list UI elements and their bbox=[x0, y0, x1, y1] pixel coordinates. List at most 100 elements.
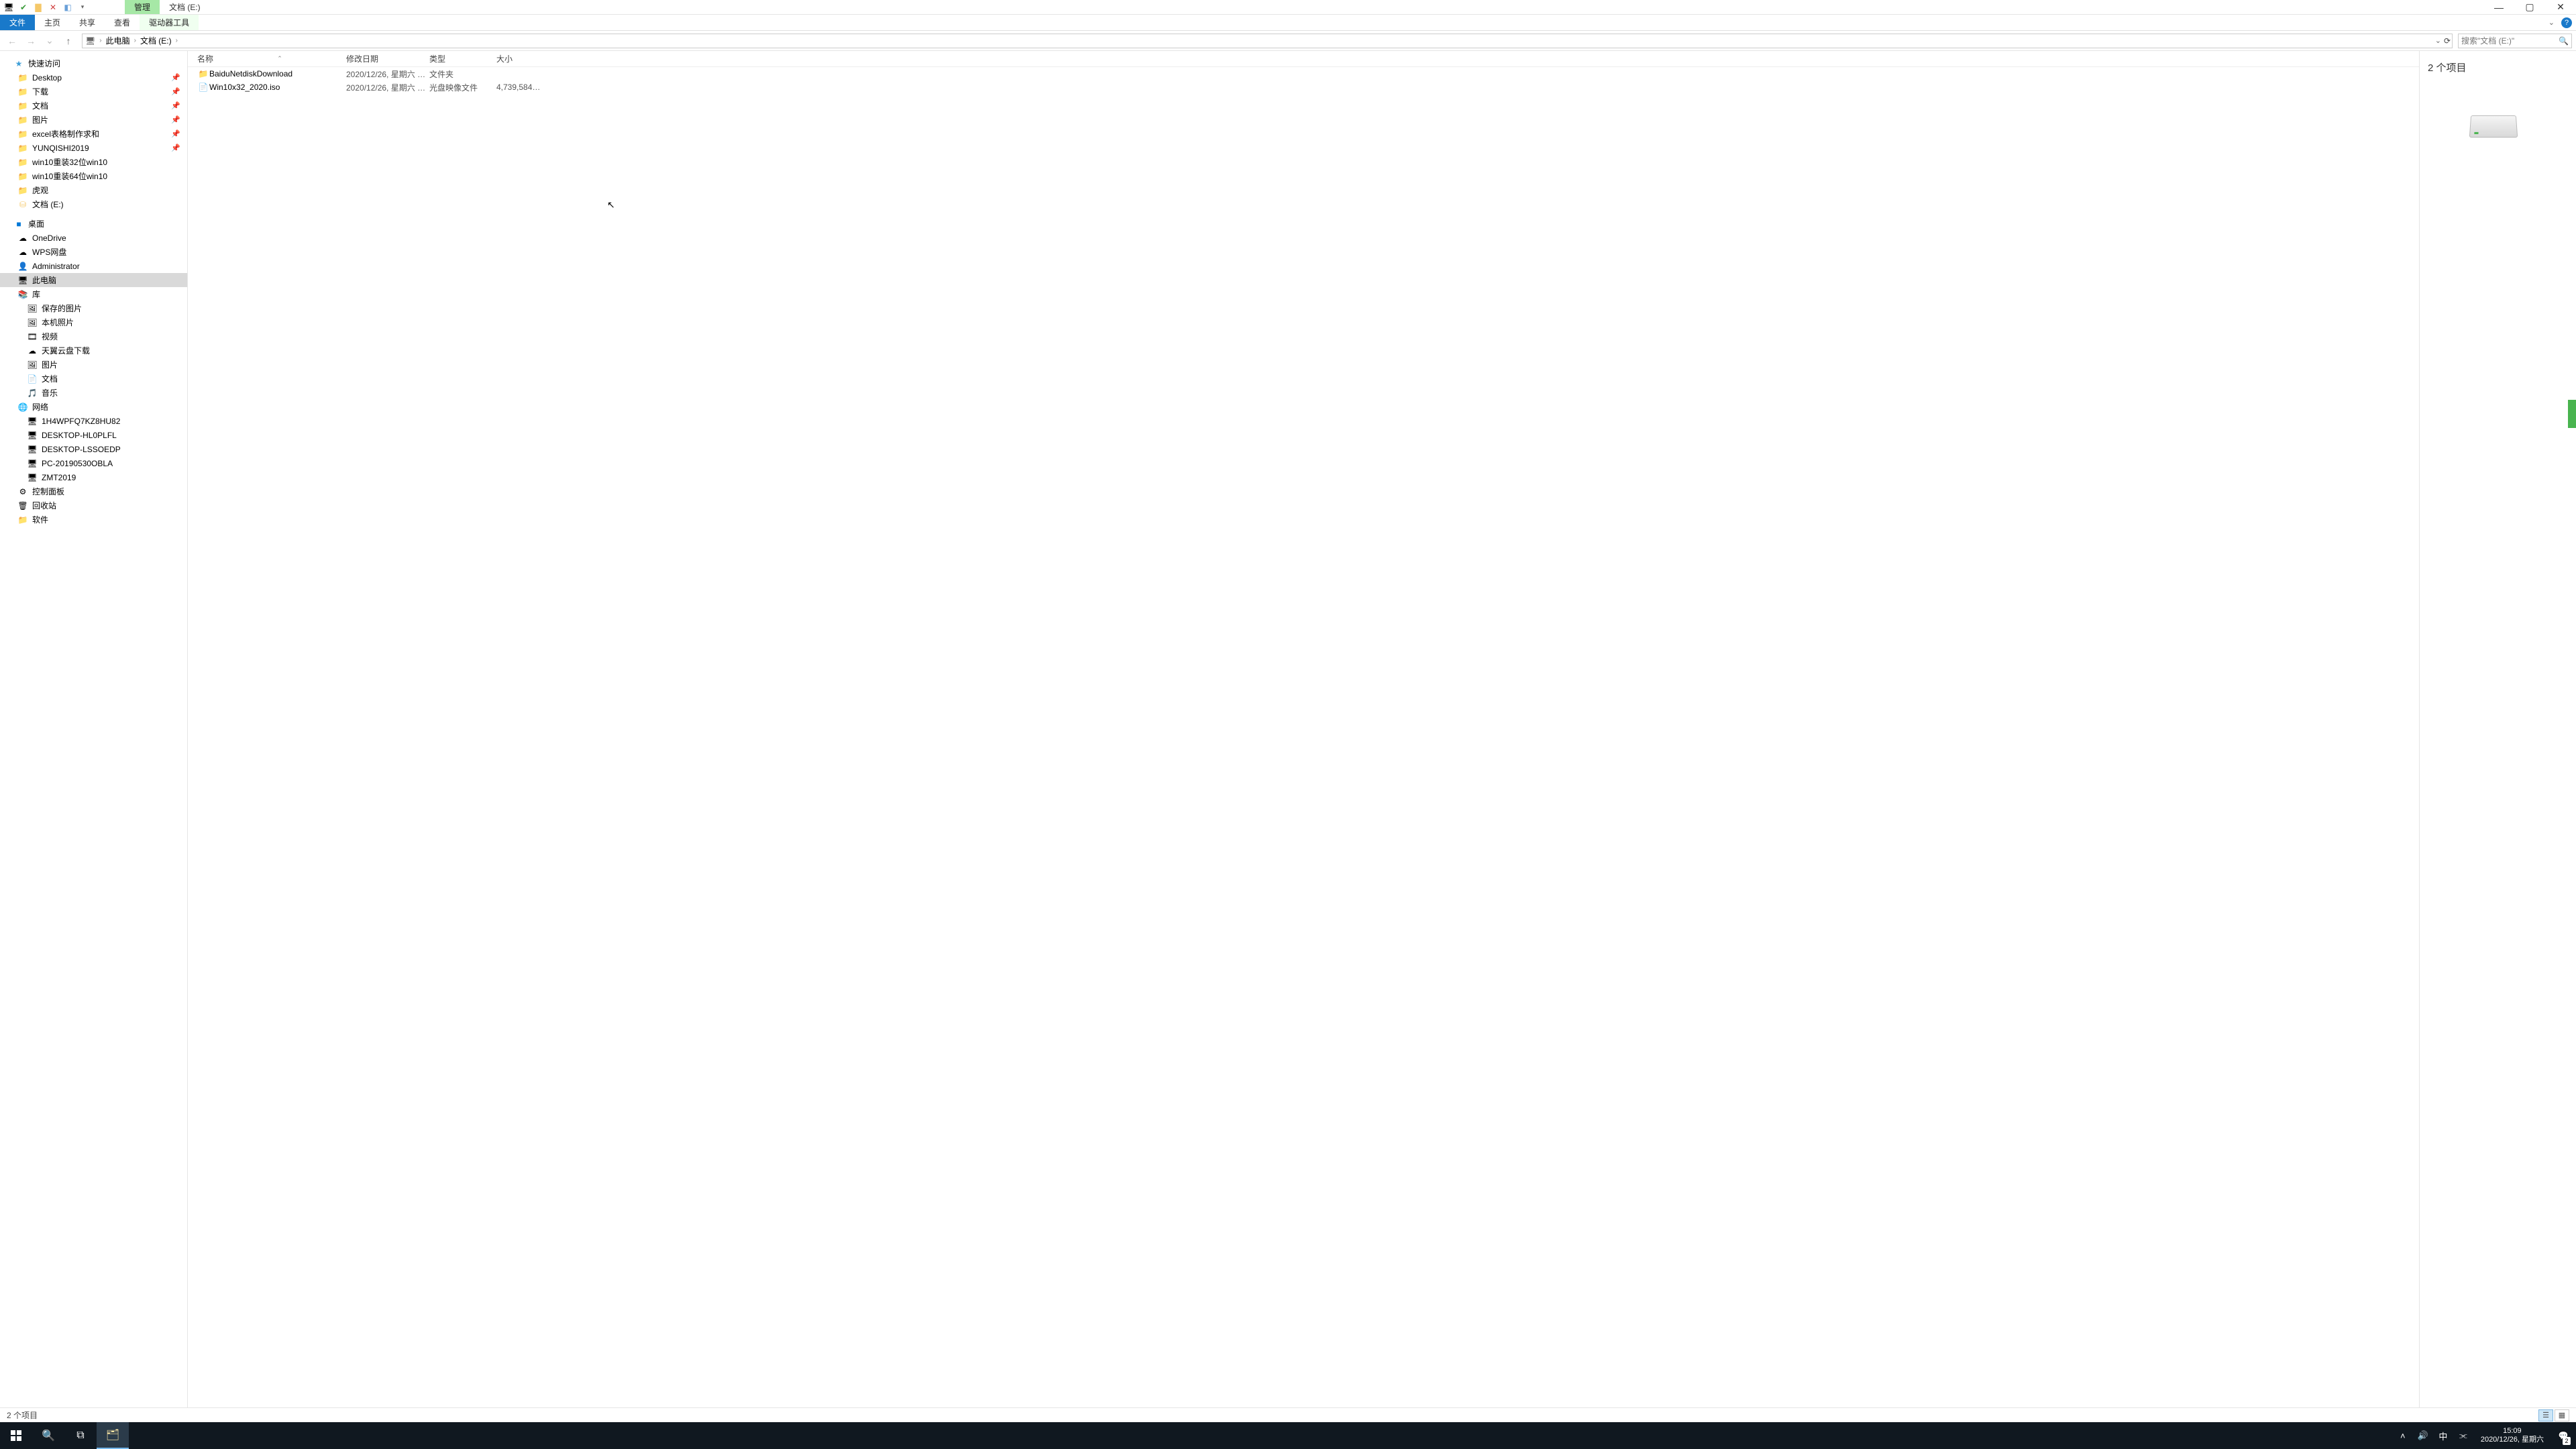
tree-item[interactable]: 📚库 bbox=[0, 287, 187, 301]
ribbon-tab-drive-tools[interactable]: 驱动器工具 bbox=[140, 15, 199, 30]
ribbon-expand-icon[interactable]: ⌄ bbox=[2548, 18, 2555, 27]
tree-item[interactable]: 📁excel表格制作求和📌 bbox=[0, 127, 187, 141]
tree-desktop[interactable]: ■ 桌面 bbox=[0, 217, 187, 231]
tree-item[interactable]: 🖥DESKTOP-HL0PLFL bbox=[0, 428, 187, 442]
tree-item[interactable]: 🖥1H4WPFQ7KZ8HU82 bbox=[0, 414, 187, 428]
tree-label: 库 bbox=[32, 288, 40, 300]
tree-item[interactable]: 🖼保存的图片 bbox=[0, 301, 187, 315]
taskbar-file-explorer[interactable]: 🗂 bbox=[97, 1422, 129, 1449]
column-header-size[interactable]: 大小 bbox=[496, 53, 543, 64]
tree-item[interactable]: ☁WPS网盘 bbox=[0, 245, 187, 259]
address-dropdown-icon[interactable]: ⌄ bbox=[2435, 36, 2441, 45]
start-button[interactable] bbox=[0, 1422, 32, 1449]
minimize-button[interactable]: — bbox=[2483, 0, 2514, 14]
tree-item[interactable]: 📄文档 bbox=[0, 372, 187, 386]
ribbon-tab-file[interactable]: 文件 bbox=[0, 15, 35, 30]
ribbon-tab-view[interactable]: 查看 bbox=[105, 15, 140, 30]
tree-item[interactable]: 📁Desktop📌 bbox=[0, 70, 187, 85]
file-row[interactable]: 📁BaiduNetdiskDownload2020/12/26, 星期六 1…文… bbox=[197, 67, 2419, 80]
file-rows[interactable]: 📁BaiduNetdiskDownload2020/12/26, 星期六 1…文… bbox=[188, 67, 2419, 94]
pc-icon: 🖥 bbox=[85, 36, 95, 46]
tree-item[interactable]: 🖥DESKTOP-LSSOEDP bbox=[0, 442, 187, 456]
tray-overflow-icon[interactable]: ˄ bbox=[2396, 1431, 2410, 1441]
breadcrumb-drive[interactable]: 文档 (E:) bbox=[140, 35, 172, 46]
column-header-type[interactable]: 类型 bbox=[429, 53, 496, 64]
file-date: 2020/12/26, 星期六 1… bbox=[346, 82, 429, 93]
tree-item[interactable]: 🎵音乐 bbox=[0, 386, 187, 400]
tree-item[interactable]: 🎞视频 bbox=[0, 329, 187, 343]
navigation-pane[interactable]: ★ 快速访问 📁Desktop📌📁下载📌📁文档📌📁图片📌📁excel表格制作求和… bbox=[0, 51, 188, 1407]
tree-item[interactable]: 🖥此电脑 bbox=[0, 273, 187, 287]
nav-back-button[interactable]: ← bbox=[4, 33, 20, 49]
ime-indicator[interactable]: 中 bbox=[2436, 1430, 2450, 1442]
tree-quick-access[interactable]: ★ 快速访问 bbox=[0, 56, 187, 70]
contextual-tab-manage[interactable]: 管理 bbox=[125, 0, 160, 14]
folder-icon[interactable]: ▇ bbox=[32, 1, 44, 13]
nav-recent-button[interactable]: ⌄ bbox=[42, 33, 58, 49]
view-thumbnails-button[interactable]: ▦ bbox=[2555, 1409, 2569, 1421]
tree-item[interactable]: ☁天翼云盘下载 bbox=[0, 343, 187, 358]
network-icon[interactable]: ⫘ bbox=[2457, 1430, 2470, 1441]
tree-item[interactable]: 📁win10重装32位win10 bbox=[0, 155, 187, 169]
column-header-name[interactable]: 名称 ⌃ bbox=[197, 53, 346, 64]
tree-label: 1H4WPFQ7KZ8HU82 bbox=[42, 417, 120, 426]
folder-icon: 📁 bbox=[17, 143, 28, 154]
close-x-icon[interactable]: ✕ bbox=[47, 1, 59, 13]
tree-item[interactable]: 👤Administrator bbox=[0, 259, 187, 273]
pane-edge bbox=[2567, 51, 2576, 1407]
folder-icon: 📁 bbox=[197, 69, 209, 78]
file-list-area: 名称 ⌃ 修改日期 类型 大小 📁BaiduNetdiskDownload202… bbox=[188, 51, 2419, 1407]
check-icon[interactable]: ✔ bbox=[17, 1, 30, 13]
tree-item[interactable]: ⚙控制面板 bbox=[0, 484, 187, 498]
tree-item[interactable]: 🖥PC-20190530OBLA bbox=[0, 456, 187, 470]
nav-forward-button[interactable]: → bbox=[23, 33, 39, 49]
tree-item[interactable]: 📁下载📌 bbox=[0, 85, 187, 99]
nav-up-button[interactable]: ↑ bbox=[60, 33, 76, 49]
search-icon[interactable]: 🔍 bbox=[2559, 36, 2569, 46]
tree-item[interactable]: 📁win10重装64位win10 bbox=[0, 169, 187, 183]
tree-item[interactable]: 🗑回收站 bbox=[0, 498, 187, 513]
address-bar[interactable]: 🖥 › 此电脑 › 文档 (E:) › ⌄ ⟳ bbox=[82, 34, 2453, 48]
column-header-date[interactable]: 修改日期 bbox=[346, 53, 429, 64]
ribbon-tab-share[interactable]: 共享 bbox=[70, 15, 105, 30]
tree-item[interactable]: 📁文档📌 bbox=[0, 99, 187, 113]
ribbon-tab-home[interactable]: 主页 bbox=[35, 15, 70, 30]
tree-item[interactable]: 🖥ZMT2019 bbox=[0, 470, 187, 484]
action-center-button[interactable]: 💬 2 bbox=[2555, 1422, 2572, 1449]
tree-item[interactable]: 📁YUNQISHI2019📌 bbox=[0, 141, 187, 155]
details-title: 2 个项目 bbox=[2428, 60, 2467, 74]
tree-label: 控制面板 bbox=[32, 486, 64, 497]
status-bar: 2 个项目 ☰ ▦ bbox=[0, 1407, 2576, 1422]
search-input[interactable]: 搜索"文档 (E:)" 🔍 bbox=[2458, 34, 2572, 48]
props-icon[interactable]: ◧ bbox=[62, 1, 74, 13]
maximize-button[interactable]: ▢ bbox=[2514, 0, 2545, 14]
pane-toggle-handle[interactable] bbox=[2568, 400, 2576, 428]
tree-label: 图片 bbox=[32, 114, 48, 125]
tree-item[interactable]: 🖼本机照片 bbox=[0, 315, 187, 329]
task-view-button[interactable]: ⧉ bbox=[64, 1422, 97, 1449]
tree-label: 文档 bbox=[42, 373, 58, 384]
breadcrumb-this-pc[interactable]: 此电脑 bbox=[106, 35, 130, 46]
tree-item[interactable]: 📁图片📌 bbox=[0, 113, 187, 127]
pc-icon: 🖥 bbox=[27, 430, 38, 441]
tree-item[interactable]: 📁软件 bbox=[0, 513, 187, 527]
chevron-right-icon[interactable]: › bbox=[133, 37, 138, 44]
tree-item[interactable]: 🖼图片 bbox=[0, 358, 187, 372]
chevron-right-icon[interactable]: › bbox=[174, 37, 179, 44]
tree-item[interactable]: ⛁文档 (E:) bbox=[0, 197, 187, 211]
help-icon[interactable]: ? bbox=[2561, 17, 2572, 28]
pc-icon[interactable]: 🖥 bbox=[3, 1, 15, 13]
close-button[interactable]: ✕ bbox=[2545, 0, 2576, 14]
file-row[interactable]: 📄Win10x32_2020.iso2020/12/26, 星期六 1…光盘映像… bbox=[197, 80, 2419, 94]
taskbar-clock[interactable]: 15:09 2020/12/26, 星期六 bbox=[2477, 1427, 2548, 1444]
chevron-right-icon[interactable]: › bbox=[98, 37, 103, 44]
tree-item[interactable]: 🌐网络 bbox=[0, 400, 187, 414]
volume-icon[interactable]: 🔊 bbox=[2416, 1430, 2430, 1441]
tree-item[interactable]: ☁OneDrive bbox=[0, 231, 187, 245]
qat-dropdown-icon[interactable]: ▾ bbox=[76, 1, 89, 13]
tree-item[interactable]: 📁虎观 bbox=[0, 183, 187, 197]
taskbar-search-button[interactable]: 🔍 bbox=[32, 1422, 64, 1449]
window-title: 文档 (E:) bbox=[160, 0, 210, 14]
refresh-icon[interactable]: ⟳ bbox=[2444, 36, 2451, 46]
view-details-button[interactable]: ☰ bbox=[2538, 1409, 2553, 1421]
